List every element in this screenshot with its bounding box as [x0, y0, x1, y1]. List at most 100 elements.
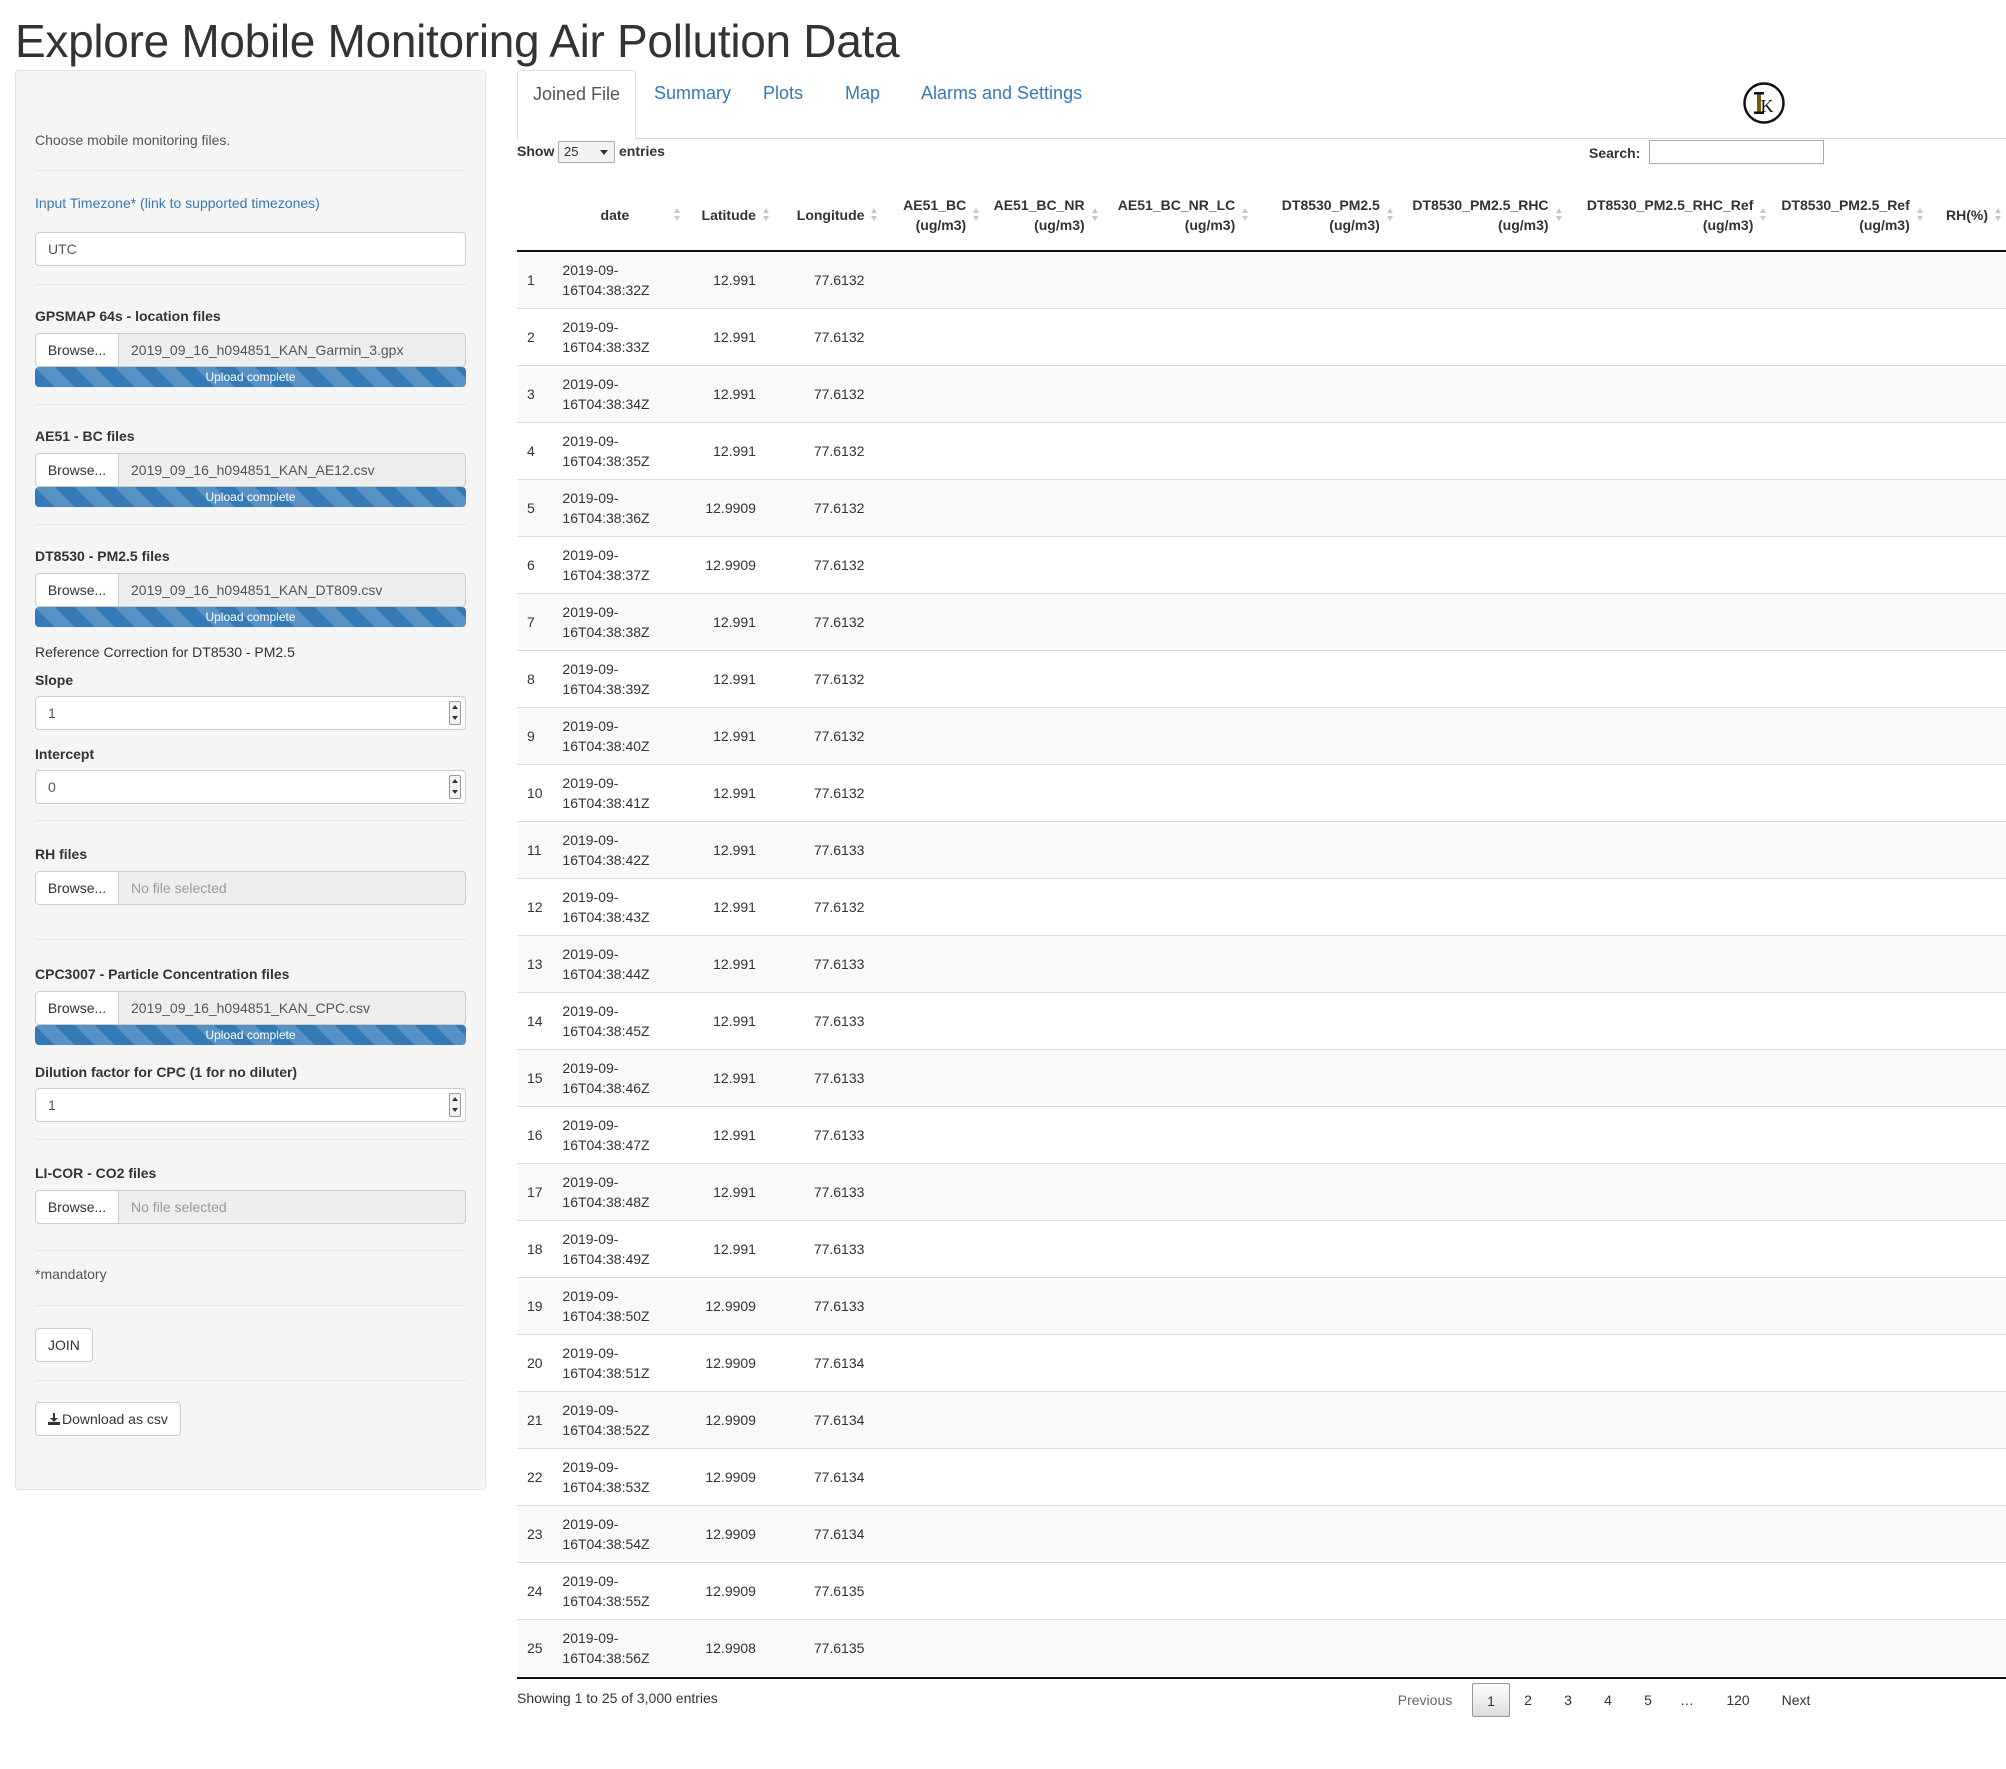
ae51-browse-button[interactable]: Browse... [35, 453, 119, 487]
longitude-cell: 77.6132 [773, 307, 883, 365]
table-row[interactable]: 1 2019-09- 16T04:38:32Z 12.991 77.6132 [517, 250, 2006, 308]
decrement-icon[interactable] [450, 1105, 460, 1116]
sort-icon[interactable] [973, 208, 980, 222]
date-cell: 2019-09- 16T04:38:39Z [556, 649, 686, 707]
page-button-4[interactable]: 4 [1594, 1683, 1622, 1717]
column-header[interactable]: date [556, 180, 686, 252]
longitude-cell: 77.6133 [773, 1048, 883, 1106]
cell-text: 2019-09- [562, 603, 619, 620]
page-button-1[interactable]: 1 [1472, 1683, 1510, 1717]
column-header[interactable]: DT8530_PM2.5_RHC_Ref (ug/m3) [1566, 180, 1772, 252]
decrement-icon[interactable] [450, 787, 460, 798]
table-row[interactable]: 11 2019-09- 16T04:38:42Z 12.991 77.6133 [517, 820, 2006, 878]
table-row[interactable]: 21 2019-09- 16T04:38:52Z 12.9909 77.6134 [517, 1390, 2006, 1448]
tab-summary[interactable]: Summary [639, 70, 746, 139]
table-row[interactable]: 23 2019-09- 16T04:38:54Z 12.9909 77.6134 [517, 1504, 2006, 1562]
sort-icon[interactable] [1091, 208, 1099, 222]
table-row[interactable]: 13 2019-09- 16T04:38:44Z 12.991 77.6133 [517, 934, 2006, 992]
rh-browse-button[interactable]: Browse... [35, 871, 119, 905]
table-row[interactable]: 9 2019-09- 16T04:38:40Z 12.991 77.6132 [517, 706, 2006, 764]
tab-map[interactable]: Map [830, 70, 895, 139]
table-row[interactable]: 17 2019-09- 16T04:38:48Z 12.991 77.6133 [517, 1162, 2006, 1220]
join-button[interactable]: JOIN [35, 1328, 93, 1362]
table-row[interactable]: 4 2019-09- 16T04:38:35Z 12.991 77.6132 [517, 421, 2006, 479]
table-row[interactable]: 18 2019-09- 16T04:38:49Z 12.991 77.6133 [517, 1219, 2006, 1277]
sort-icon[interactable] [1916, 208, 1924, 222]
sort-icon[interactable] [871, 208, 878, 222]
tab-plots[interactable]: Plots [748, 70, 818, 139]
tab-alarms-settings[interactable]: Alarms and Settings [906, 70, 1097, 139]
empty-cell [1927, 1561, 2006, 1619]
table-row[interactable]: 7 2019-09- 16T04:38:38Z 12.991 77.6132 [517, 592, 2006, 650]
dt8530-browse-button[interactable]: Browse... [35, 573, 119, 607]
column-header[interactable]: DT8530_PM2.5 (ug/m3) [1253, 180, 1398, 252]
increment-icon[interactable] [450, 702, 460, 713]
column-header[interactable]: DT8530_PM2.5_Ref (ug/m3) [1771, 180, 1928, 252]
next-page-button[interactable]: Next [1773, 1683, 1819, 1717]
table-row[interactable]: 5 2019-09- 16T04:38:36Z 12.9909 77.6132 [517, 478, 2006, 536]
page-button-2[interactable]: 2 [1514, 1683, 1542, 1717]
table-row[interactable]: 6 2019-09- 16T04:38:37Z 12.9909 77.6132 [517, 535, 2006, 593]
slope-input[interactable]: 1 [35, 696, 466, 730]
page-button-120[interactable]: 120 [1720, 1683, 1756, 1717]
table-row[interactable]: 12 2019-09- 16T04:38:43Z 12.991 77.6132 [517, 877, 2006, 935]
cpc-browse-button[interactable]: Browse... [35, 991, 119, 1025]
column-header[interactable]: AE51_BC_NR (ug/m3) [984, 180, 1103, 252]
date-cell: 2019-09- 16T04:38:45Z [556, 991, 686, 1049]
table-row[interactable]: 8 2019-09- 16T04:38:39Z 12.991 77.6132 [517, 649, 2006, 707]
dilution-stepper[interactable] [449, 1093, 461, 1117]
empty-cell [882, 1447, 985, 1505]
column-header[interactable]: Latitude [685, 180, 774, 252]
slope-stepper[interactable] [449, 701, 461, 725]
column-header[interactable]: AE51_BC (ug/m3) [882, 180, 985, 252]
page-button-5[interactable]: 5 [1634, 1683, 1662, 1717]
sort-icon[interactable] [1555, 208, 1563, 222]
empty-cell [1253, 934, 1398, 992]
cell-text: 2019-09- [562, 1515, 619, 1532]
column-header[interactable]: Longitude [773, 180, 883, 252]
table-row[interactable]: 19 2019-09- 16T04:38:50Z 12.9909 77.6133 [517, 1276, 2006, 1334]
longitude-cell: 77.6134 [773, 1447, 883, 1505]
sort-icon[interactable] [1760, 208, 1767, 222]
page-length-select[interactable]: 25 [558, 141, 615, 163]
column-header[interactable]: DT8530_PM2.5_RHC (ug/m3) [1397, 180, 1567, 252]
decrement-icon[interactable] [450, 713, 460, 724]
table-row[interactable]: 25 2019-09- 16T04:38:56Z 12.9908 77.6135 [517, 1618, 2006, 1676]
table-row[interactable]: 16 2019-09- 16T04:38:47Z 12.991 77.6133 [517, 1105, 2006, 1163]
longitude-cell: 77.6132 [773, 535, 883, 593]
previous-page-button[interactable]: Previous [1385, 1683, 1465, 1717]
table-row[interactable]: 3 2019-09- 16T04:38:34Z 12.991 77.6132 [517, 364, 2006, 422]
sort-icon[interactable] [1242, 208, 1249, 222]
intercept-input[interactable]: 0 [35, 770, 466, 804]
timezone-link[interactable]: Input Timezone* (link to supported timez… [35, 195, 320, 211]
table-row[interactable]: 20 2019-09- 16T04:38:51Z 12.9909 77.6134 [517, 1333, 2006, 1391]
cell-text: 77.6132 [813, 385, 865, 402]
column-header[interactable]: AE51_BC_NR_LC (ug/m3) [1102, 180, 1254, 252]
empty-cell [1771, 1105, 1928, 1163]
intercept-stepper[interactable] [449, 775, 461, 799]
timezone-input[interactable]: UTC [35, 232, 466, 266]
sort-icon[interactable] [1386, 208, 1394, 222]
licor-browse-button[interactable]: Browse... [35, 1190, 119, 1224]
sort-icon[interactable] [762, 208, 770, 222]
table-row[interactable]: 15 2019-09- 16T04:38:46Z 12.991 77.6133 [517, 1048, 2006, 1106]
increment-icon[interactable] [450, 1094, 460, 1105]
download-csv-button[interactable]: Download as csv [35, 1402, 181, 1436]
date-cell: 2019-09- 16T04:38:37Z [556, 535, 686, 593]
tab-joined-file[interactable]: Joined File [517, 70, 637, 140]
table-row[interactable]: 24 2019-09- 16T04:38:55Z 12.9909 77.6135 [517, 1561, 2006, 1619]
sort-icon[interactable] [674, 208, 681, 222]
gps-browse-button[interactable]: Browse... [35, 333, 119, 367]
table-row[interactable]: 10 2019-09- 16T04:38:41Z 12.991 77.6132 [517, 763, 2006, 821]
table-row[interactable]: 2 2019-09- 16T04:38:33Z 12.991 77.6132 [517, 307, 2006, 365]
table-row[interactable]: 14 2019-09- 16T04:38:45Z 12.991 77.6133 [517, 991, 2006, 1049]
sort-icon[interactable] [1995, 208, 2002, 222]
increment-icon[interactable] [450, 776, 460, 787]
empty-cell [1397, 1105, 1567, 1163]
dilution-input[interactable]: 1 [35, 1088, 466, 1122]
column-header[interactable]: RH(%) [1927, 180, 2006, 252]
search-input[interactable] [1649, 140, 1824, 164]
page-button-3[interactable]: 3 [1554, 1683, 1582, 1717]
empty-cell [1927, 1162, 2006, 1220]
table-row[interactable]: 22 2019-09- 16T04:38:53Z 12.9909 77.6134 [517, 1447, 2006, 1505]
